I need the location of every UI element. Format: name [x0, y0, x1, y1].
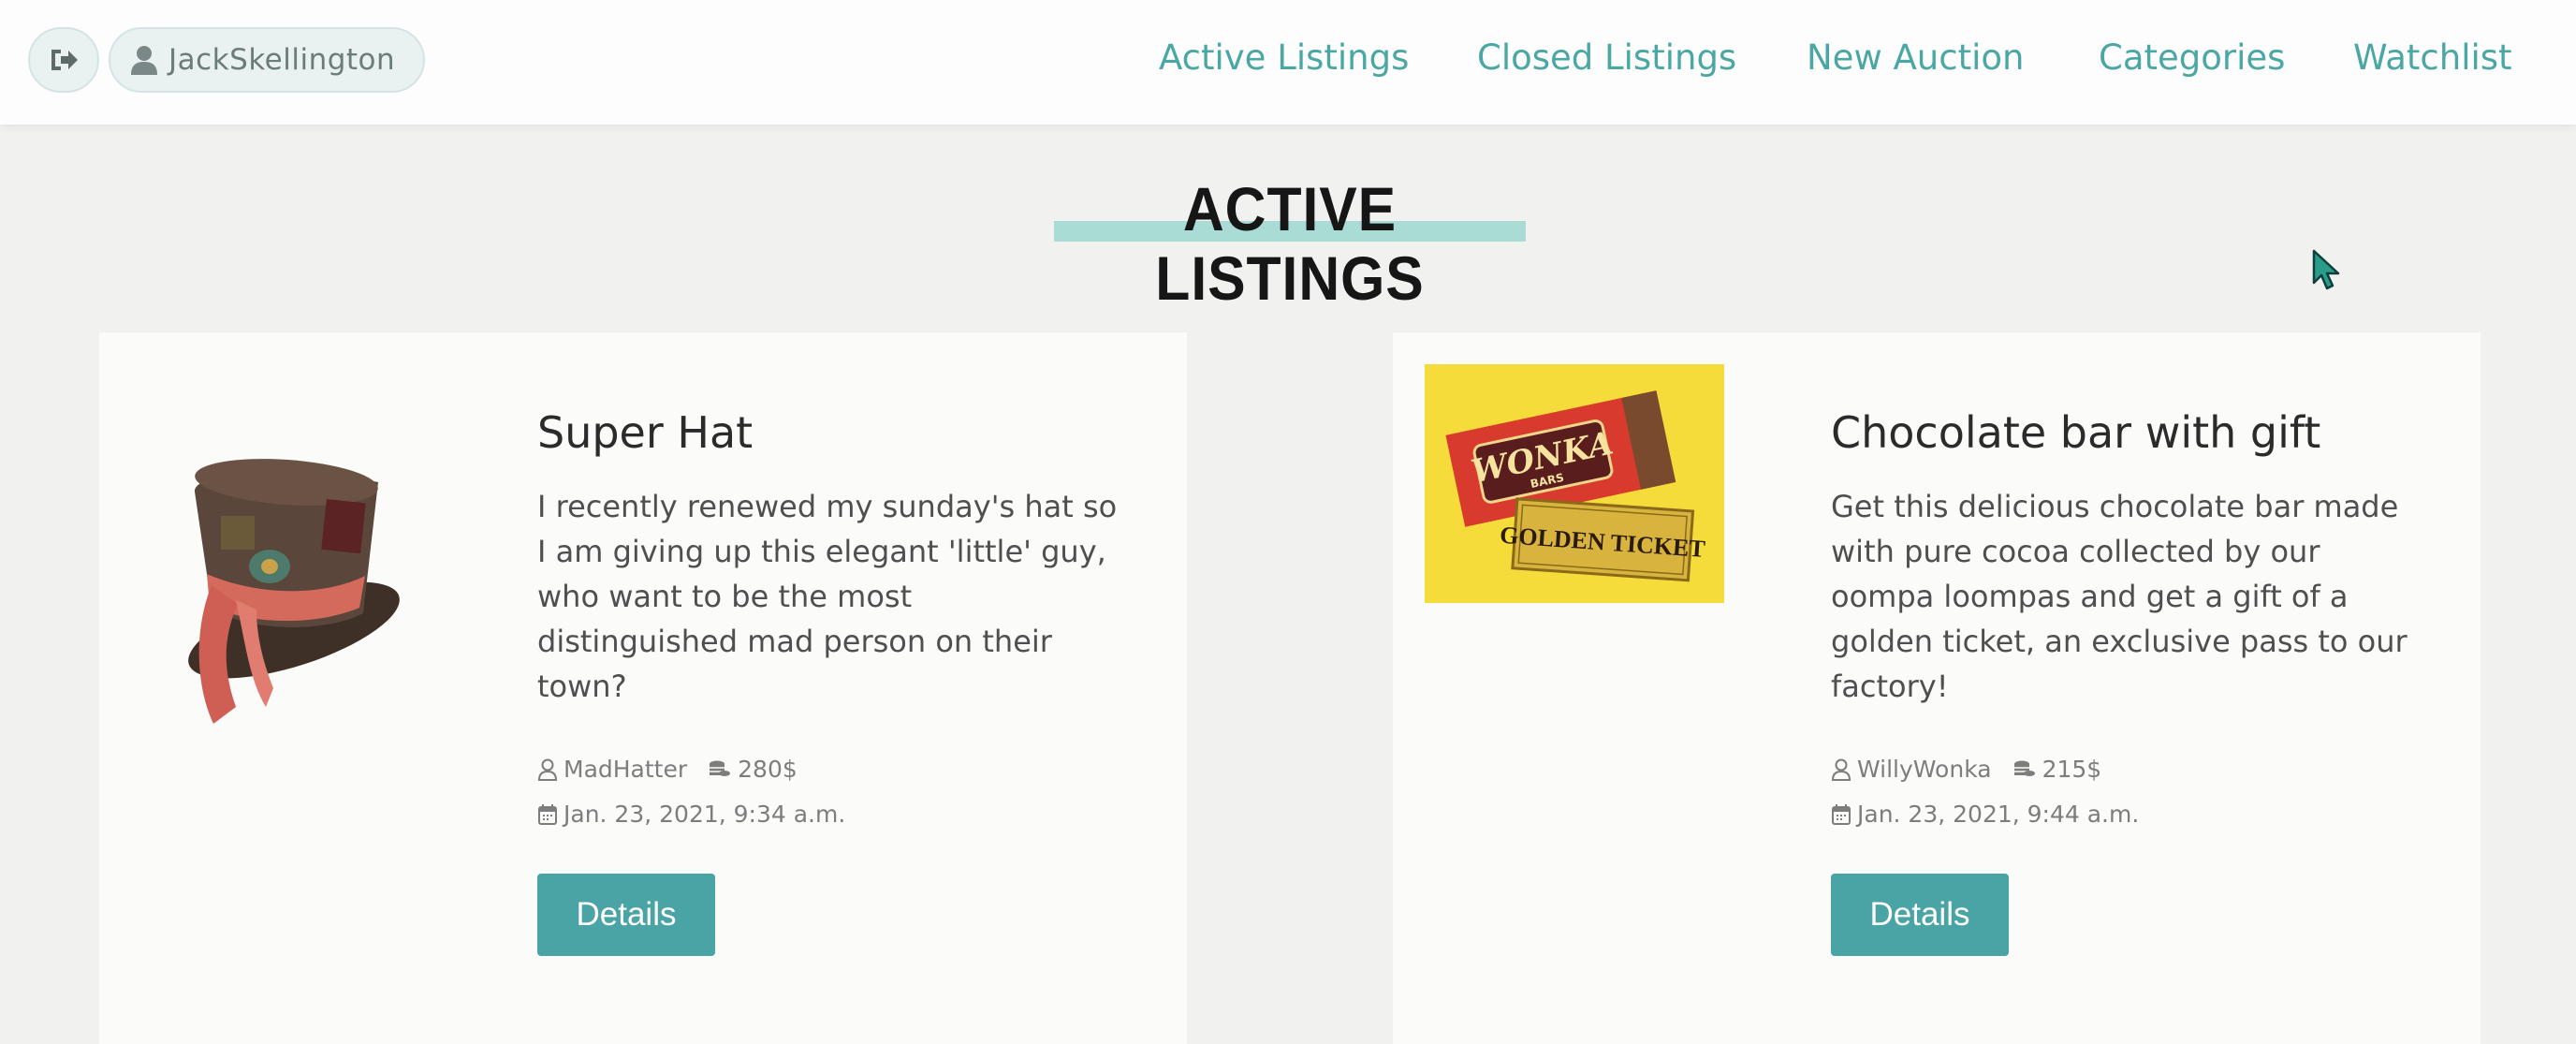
- username-label: JackSkellington: [168, 43, 396, 77]
- sign-out-icon: [51, 50, 78, 70]
- nav-link-new-auction[interactable]: New Auction: [1807, 36, 2024, 81]
- listing-meta-seller-price: MadHatter 280$: [537, 756, 798, 783]
- listing-description: Get this delicious chocolate bar made wi…: [1831, 489, 2408, 704]
- listing-meta-date: Jan. 23, 2021, 9:44 a.m.: [1831, 801, 2139, 828]
- top-hat-image[interactable]: [155, 426, 455, 726]
- nav-link-active-listings[interactable]: Active Listings: [1159, 36, 1409, 81]
- listing-title: Super Hat: [537, 407, 754, 458]
- mouse-cursor-icon: [2312, 249, 2340, 290]
- coins-icon: [710, 760, 731, 776]
- details-button[interactable]: Details: [537, 874, 715, 956]
- user-outline-icon: [537, 758, 558, 781]
- listing-card: WONKA BARS GOLDEN TICKET Chocolate bar w…: [1393, 332, 2481, 1044]
- listing-seller: MadHatter: [564, 756, 688, 783]
- listing-card: Super Hat I recently renewed my sunday's…: [99, 332, 1187, 1044]
- listing-price: 215$: [2042, 756, 2102, 783]
- listing-meta-seller-price: WillyWonka 215$: [1831, 756, 2101, 783]
- details-button[interactable]: Details: [1831, 874, 2009, 956]
- nav-link-watchlist[interactable]: Watchlist: [2353, 36, 2512, 81]
- listing-title: Chocolate bar with gift: [1831, 407, 2321, 458]
- nav-link-closed-listings[interactable]: Closed Listings: [1477, 36, 1736, 81]
- listing-meta-date: Jan. 23, 2021, 9:34 a.m.: [537, 801, 845, 828]
- calendar-icon: [1832, 803, 1851, 825]
- navbar: JackSkellington Active Listings Closed L…: [0, 0, 2576, 125]
- coins-icon: [2013, 760, 2035, 776]
- user-icon: [131, 46, 157, 75]
- listing-date: Jan. 23, 2021, 9:44 a.m.: [1857, 801, 2140, 828]
- calendar-icon: [538, 803, 557, 825]
- listing-price: 280$: [738, 756, 798, 783]
- page-title: ACTIVE LISTINGS: [1155, 174, 1425, 313]
- listing-date: Jan. 23, 2021, 9:34 a.m.: [564, 801, 846, 828]
- listing-description: I recently renewed my sunday's hat so I …: [537, 489, 1118, 704]
- chocolate-bar-image[interactable]: WONKA BARS GOLDEN TICKET: [1425, 364, 1724, 603]
- user-outline-icon: [1831, 758, 1852, 781]
- logout-button[interactable]: [28, 27, 99, 93]
- listing-seller: WillyWonka: [1857, 756, 1992, 783]
- page-title-wrap: ACTIVE LISTINGS: [1054, 174, 1526, 313]
- user-profile-link[interactable]: JackSkellington: [109, 27, 425, 93]
- nav-link-categories[interactable]: Categories: [2099, 36, 2285, 81]
